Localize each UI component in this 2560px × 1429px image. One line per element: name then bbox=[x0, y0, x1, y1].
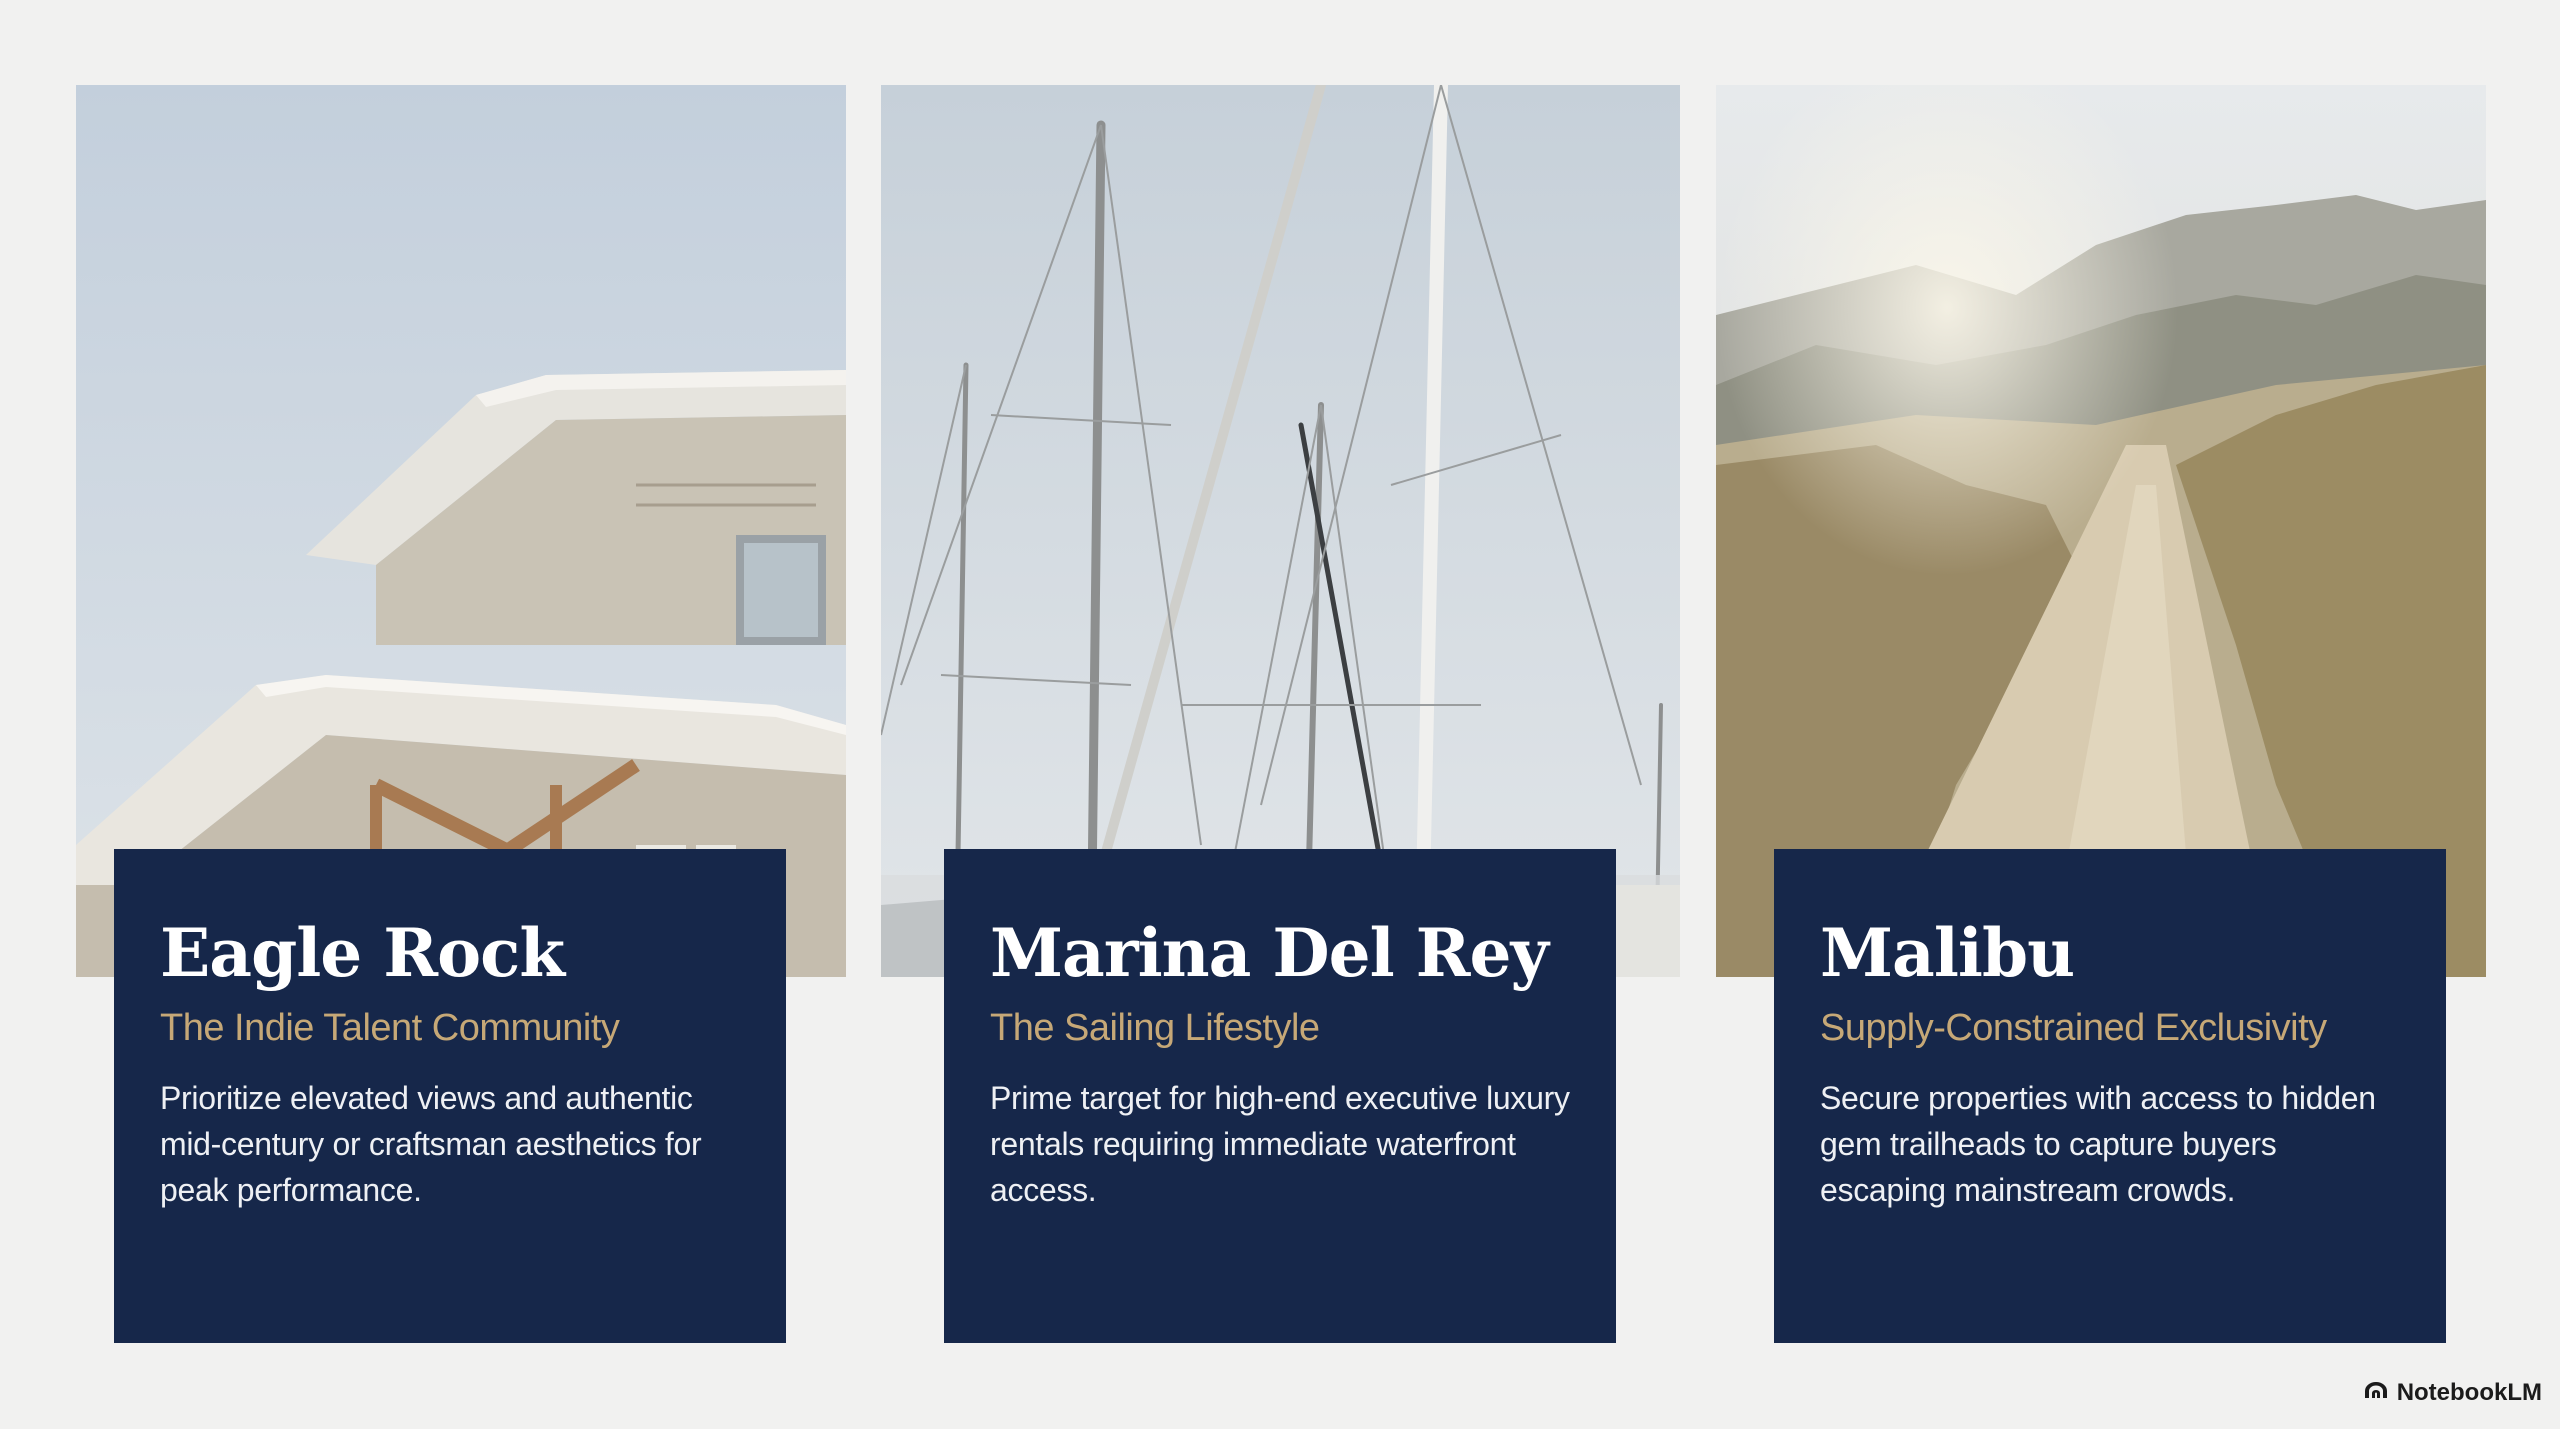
brand-label: NotebookLM bbox=[2396, 1379, 2542, 1406]
eagle-rock-card: Eagle Rock The Indie Talent Community Pr… bbox=[114, 849, 786, 1343]
marina-del-rey-card: Marina Del Rey The Sailing Lifestyle Pri… bbox=[944, 849, 1616, 1343]
hillside-trail-photo bbox=[1716, 85, 2486, 977]
notebooklm-logo-icon bbox=[2363, 1379, 2389, 1407]
card-subtitle: Supply-Constrained Exclusivity bbox=[1820, 1007, 2327, 1049]
card-title: Malibu bbox=[1820, 914, 2075, 992]
malibu-card: Malibu Supply-Constrained Exclusivity Se… bbox=[1774, 849, 2446, 1343]
card-title: Eagle Rock bbox=[160, 914, 565, 992]
card-title: Marina Del Rey bbox=[990, 914, 1549, 992]
card-description: Secure properties with access to hidden … bbox=[1820, 1080, 2376, 1208]
sailboat-masts-photo bbox=[881, 85, 1680, 977]
card-subtitle: The Sailing Lifestyle bbox=[990, 1007, 1320, 1049]
house-rooftop-photo bbox=[76, 85, 846, 977]
notebooklm-watermark: NotebookLM bbox=[2363, 1375, 2542, 1411]
card-description: Prioritize elevated views and authentic … bbox=[160, 1080, 702, 1208]
card-subtitle: The Indie Talent Community bbox=[160, 1007, 620, 1049]
card-description: Prime target for high-end executive luxu… bbox=[990, 1080, 1570, 1208]
